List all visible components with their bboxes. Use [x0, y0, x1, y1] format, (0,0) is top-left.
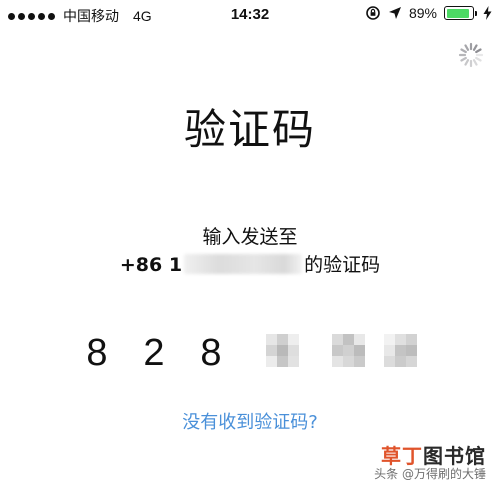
lock-rotation-icon — [366, 6, 380, 20]
resend-code-link[interactable]: 没有收到验证码? — [0, 408, 500, 434]
carrier-name: 中国移动 — [63, 9, 119, 25]
status-bar: 中国移动 4G 14:32 89% — [0, 0, 500, 30]
battery-level-fill — [446, 8, 469, 18]
subtitle-suffix: 的验证码 — [304, 254, 381, 276]
phone-number-prefix: +86 1 — [119, 254, 183, 276]
signal-dots-icon — [8, 12, 55, 20]
code-digit-5-redacted — [332, 334, 366, 367]
code-input[interactable]: 8 2 8 — [82, 330, 422, 380]
code-digit-1: 8 — [86, 332, 108, 374]
code-digit-6-redacted — [384, 334, 418, 367]
code-digit-4-redacted — [266, 334, 300, 367]
battery-percent: 89% — [408, 5, 437, 21]
network-type: 4G — [133, 8, 152, 24]
subtitle-line1: 输入发送至 — [202, 226, 298, 248]
charging-bolt-icon — [483, 6, 492, 20]
battery-icon — [444, 6, 477, 20]
loading-spinner-icon — [458, 42, 484, 68]
status-bar-left: 中国移动 4G — [8, 6, 152, 26]
location-arrow-icon — [388, 7, 401, 19]
page-title: 验证码 — [183, 105, 316, 154]
code-digit-3: 8 — [200, 332, 222, 374]
subtitle-line2: +86 1 的验证码 — [0, 250, 500, 277]
status-bar-right: 89% — [365, 5, 492, 21]
code-digit-2: 2 — [143, 332, 165, 374]
phone-number-redacted — [184, 254, 303, 274]
watermark-author: 头条 @万得刷的大锤 — [374, 467, 486, 481]
verification-screen: 中国移动 4G 14:32 89% 验证码 输入发送至 +86 1 的验证码 8… — [0, 0, 500, 489]
